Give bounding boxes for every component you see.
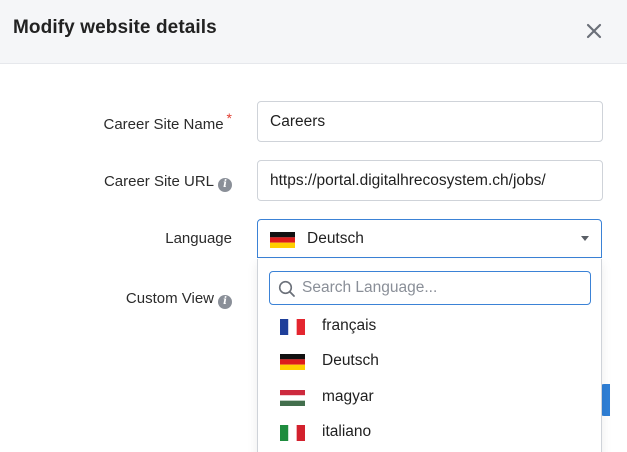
language-option-italiano[interactable]: italiano	[258, 415, 601, 451]
career-site-name-input[interactable]: Careers	[257, 101, 603, 142]
language-dropdown: français Deutsch magyar	[257, 259, 602, 452]
language-search-input[interactable]	[302, 276, 582, 300]
career-site-url-value: https://portal.digitalhrecosystem.ch/job…	[270, 172, 546, 189]
france-flag-icon	[280, 319, 305, 335]
germany-flag-icon	[280, 354, 305, 370]
info-icon[interactable]: i	[218, 178, 232, 192]
language-option-magyar[interactable]: magyar	[258, 380, 601, 416]
hungary-flag-icon	[280, 390, 305, 406]
search-icon	[278, 280, 296, 303]
dialog-title: Modify website details	[13, 17, 217, 38]
modify-website-dialog: Modify website details Career Site Name *…	[0, 0, 627, 452]
career-site-name-value: Careers	[270, 113, 326, 130]
required-marker: *	[226, 110, 232, 126]
info-icon[interactable]: i	[218, 295, 232, 309]
language-option-label: italiano	[322, 423, 372, 440]
custom-view-label-text: Custom View	[125, 290, 214, 307]
language-search-field[interactable]	[269, 271, 591, 305]
germany-flag-icon	[270, 232, 295, 248]
language-label: Language	[60, 230, 232, 247]
language-select[interactable]: Deutsch	[257, 219, 602, 258]
close-icon[interactable]	[584, 21, 604, 41]
language-label-text: Language	[165, 230, 232, 247]
language-option-label: magyar	[322, 388, 374, 405]
career-site-url-input[interactable]: https://portal.digitalhrecosystem.ch/job…	[257, 160, 603, 201]
language-option-deutsch[interactable]: Deutsch	[258, 344, 601, 380]
language-selected-value: Deutsch	[307, 230, 364, 247]
italy-flag-icon	[280, 425, 305, 441]
language-option-label: français	[322, 317, 377, 334]
custom-view-label: Custom View i	[60, 290, 232, 309]
career-site-name-label: Career Site Name *	[60, 110, 233, 133]
chevron-down-icon[interactable]	[581, 236, 589, 241]
career-site-name-label-text: Career Site Name	[103, 116, 224, 133]
language-option-label: Deutsch	[322, 352, 379, 369]
language-option-francais[interactable]: français	[258, 309, 601, 345]
career-site-url-label: Career Site URL i	[60, 173, 232, 192]
career-site-url-label-text: Career Site URL	[103, 173, 214, 190]
dialog-header: Modify website details	[0, 0, 627, 64]
